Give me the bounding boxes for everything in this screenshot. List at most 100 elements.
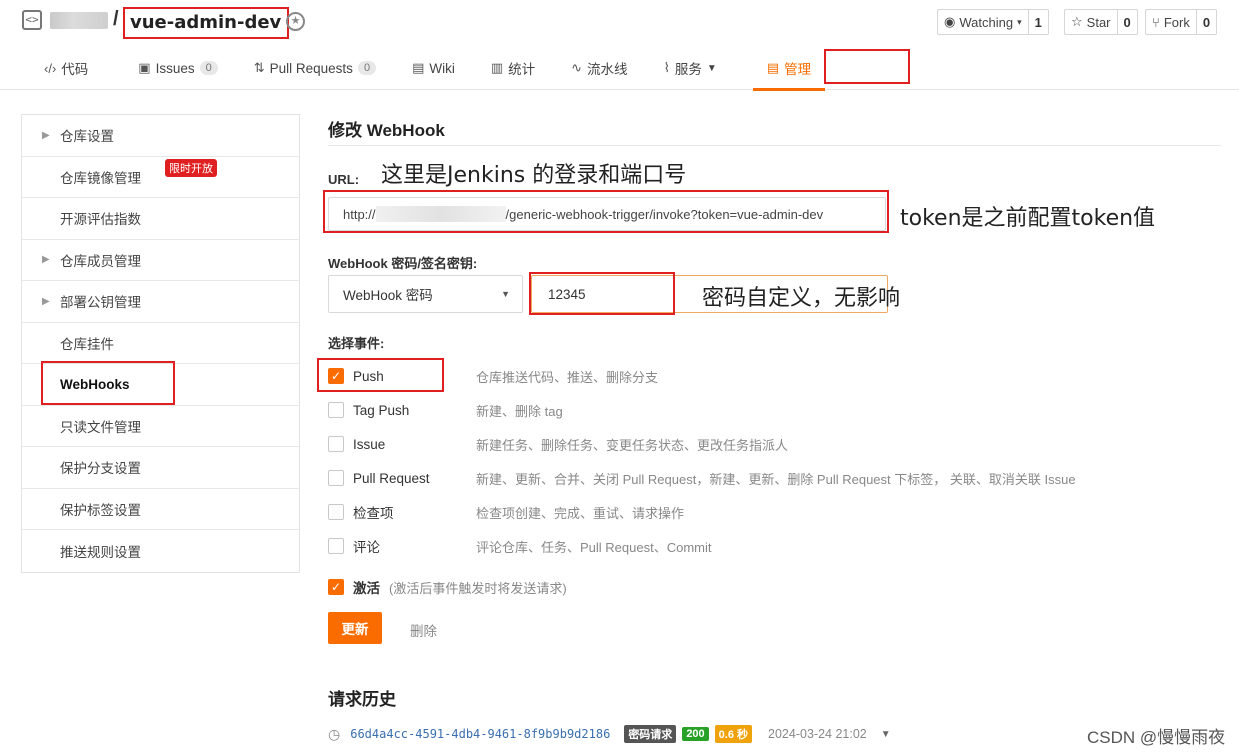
repo-name[interactable]: vue-admin-dev xyxy=(123,7,290,39)
checkbox-push[interactable]: ✓ xyxy=(328,368,344,384)
tab-stats[interactable]: ▥ 统计 xyxy=(477,48,549,88)
sidebar-item-label: 保护分支设置 xyxy=(60,461,141,477)
watch-label: Watching xyxy=(959,14,1014,30)
eye-icon: ◉ xyxy=(944,14,956,29)
sidebar-item-push-rules[interactable]: 推送规则设置 xyxy=(22,530,299,572)
event-name: Push xyxy=(353,368,384,384)
tab-count: 0 xyxy=(199,61,218,75)
owner-name-blurred[interactable] xyxy=(50,12,108,29)
path-separator: / xyxy=(113,8,119,30)
star-button[interactable]: ☆ Star 0 xyxy=(1064,9,1138,35)
secret-value: 12345 xyxy=(548,286,586,302)
sidebar-item-protected-branches[interactable]: 保护分支设置 xyxy=(22,447,299,489)
fork-count[interactable]: 0 xyxy=(1195,10,1216,34)
manage-icon: ▤ xyxy=(766,60,780,75)
fork-label: Fork xyxy=(1163,14,1190,30)
tab-count: 0 xyxy=(357,61,377,75)
secret-type-value: WebHook 密码 xyxy=(343,288,433,303)
event-push[interactable]: ✓ Push 仓库推送代码、推送、删除分支 xyxy=(328,365,658,387)
tab-issues[interactable]: ▣ Issues 0 xyxy=(124,48,231,88)
checkbox-check[interactable] xyxy=(328,504,344,520)
url-label: URL: xyxy=(328,172,360,187)
sidebar-item-readonly-files[interactable]: 只读文件管理 xyxy=(22,406,299,447)
tab-label: 流水线 xyxy=(587,62,628,77)
limited-tag: 限时开放 xyxy=(165,158,217,177)
event-desc: 检查项创建、完成、重试、请求操作 xyxy=(476,505,685,521)
checkbox-active[interactable]: ✓ xyxy=(328,579,344,595)
recommend-badge-icon[interactable]: ★ xyxy=(286,12,305,31)
event-name: 检查项 xyxy=(353,506,394,521)
star-count[interactable]: 0 xyxy=(1116,10,1137,34)
checkbox-pull-request[interactable] xyxy=(328,470,344,486)
sidebar-item-label: 部署公钥管理 xyxy=(60,295,141,311)
caret-down-icon: ▼ xyxy=(706,62,717,74)
watch-count[interactable]: 1 xyxy=(1027,10,1048,34)
update-button[interactable]: 更新 xyxy=(328,612,382,644)
sidebar-item-widgets[interactable]: 仓库挂件 xyxy=(22,323,299,364)
event-name: Issue xyxy=(353,436,386,452)
sidebar-item-label: 保护标签设置 xyxy=(60,502,141,518)
repo-header: <> / vue-admin-dev ★ ◉ Watching ▾ 1 ☆ Star … xyxy=(0,0,1239,91)
sidebar-item-label: 仓库设置 xyxy=(60,129,114,145)
tab-services[interactable]: ⌇ 服务 ▼ xyxy=(650,48,731,88)
sidebar-item-repo-settings[interactable]: ▶ 仓库设置 xyxy=(22,115,299,157)
tab-pipeline[interactable]: ∿ 流水线 xyxy=(557,48,641,88)
url-input[interactable]: http:// /generic-webhook-trigger/invoke?t… xyxy=(328,197,886,231)
event-comment[interactable]: 评论 评论仓库、任务、Pull Request、Commit xyxy=(328,535,712,557)
tab-code[interactable]: ‹/› 代码 xyxy=(30,48,102,88)
star-label: Star xyxy=(1086,14,1111,30)
caret-right-icon: ▶ xyxy=(42,129,50,141)
sidebar-item-label: 仓库挂件 xyxy=(60,336,114,352)
wiki-icon: ▤ xyxy=(412,60,425,75)
checkbox-comment[interactable] xyxy=(328,538,344,554)
star-icon: ☆ xyxy=(1071,14,1083,29)
tab-label: Issues xyxy=(155,60,195,76)
secret-label: WebHook 密码/签名密钥: xyxy=(328,256,478,271)
checkbox-tag-push[interactable] xyxy=(328,402,344,418)
history-row[interactable]: ◷ 66d4a4cc-4591-4db4-9461-8f9b9b9d2186 密… xyxy=(328,724,891,744)
sidebar-item-oss-index[interactable]: 开源评估指数 xyxy=(22,198,299,240)
sidebar-item-protected-tags[interactable]: 保护标签设置 xyxy=(22,489,299,530)
tab-label: 管理 xyxy=(784,62,812,77)
event-tag-push[interactable]: Tag Push 新建、删除 tag xyxy=(328,399,563,421)
tab-manage[interactable]: ▤ 管理 xyxy=(752,48,826,91)
sidebar-item-members[interactable]: ▶ 仓库成员管理 xyxy=(22,240,299,281)
history-title: 请求历史 xyxy=(328,690,396,709)
fork-button[interactable]: ⑂ Fork 0 xyxy=(1145,9,1218,35)
event-check[interactable]: 检查项 检查项创建、完成、重试、请求操作 xyxy=(328,501,684,523)
status-code-badge: 200 xyxy=(682,727,709,741)
issues-icon: ▣ xyxy=(138,60,151,75)
tab-wiki[interactable]: ▤ Wiki xyxy=(398,48,469,88)
active-toggle-row[interactable]: ✓ 激活 (激活后事件触发时将发送请求) xyxy=(328,576,567,598)
caret-right-icon: ▶ xyxy=(42,295,50,307)
sidebar-item-deploy-keys[interactable]: ▶ 部署公钥管理 xyxy=(22,281,299,323)
watch-button[interactable]: ◉ Watching ▾ 1 xyxy=(937,9,1049,35)
fork-icon: ⑂ xyxy=(1152,14,1160,30)
sidebar-item-mirror[interactable]: 仓库镜像管理 限时开放 xyxy=(22,157,299,198)
event-issue[interactable]: Issue 新建任务、删除任务、变更任务状态、更改任务指派人 xyxy=(328,433,788,455)
event-desc: 新建、删除 tag xyxy=(476,403,563,419)
url-host-blurred xyxy=(375,206,506,222)
request-id[interactable]: 66d4a4cc-4591-4db4-9461-8f9b9b9d2186 xyxy=(350,727,610,741)
secret-type-select[interactable]: WebHook 密码 ▼ xyxy=(328,275,523,313)
request-time: 2024-03-24 21:02 xyxy=(768,727,867,741)
checkbox-issue[interactable] xyxy=(328,436,344,452)
caret-down-icon: ▼ xyxy=(501,289,510,299)
event-desc: 仓库推送代码、推送、删除分支 xyxy=(476,369,659,385)
tab-pull-requests[interactable]: ⇅ Pull Requests 0 xyxy=(240,48,390,88)
title-divider xyxy=(328,145,1221,146)
code-repo-icon: <> xyxy=(22,10,42,30)
tab-label: 代码 xyxy=(61,62,89,77)
request-type-badge: 密码请求 xyxy=(624,725,677,743)
caret-down-icon[interactable]: ▼ xyxy=(881,729,891,740)
annotation-url-note: 这里是Jenkins 的登录和端口号 xyxy=(381,163,687,188)
history-clock-icon: ◷ xyxy=(328,725,341,742)
delete-button[interactable]: 删除 xyxy=(410,620,437,640)
event-desc: 新建、更新、合并、关闭 Pull Request，新建、更新、删除 Pull R… xyxy=(476,471,1076,487)
sidebar-item-label: 开源评估指数 xyxy=(60,212,141,228)
sidebar-item-label: 仓库成员管理 xyxy=(60,253,141,269)
sidebar-item-webhooks[interactable]: WebHooks xyxy=(22,364,299,406)
chart-icon: ▥ xyxy=(490,60,504,75)
repo-tabs: ‹/› 代码 ▣ Issues 0 ⇅ Pull Requests 0 ▤ Wiki ▥ 统计… xyxy=(30,48,826,91)
event-pull-request[interactable]: Pull Request 新建、更新、合并、关闭 Pull Request，新建… xyxy=(328,467,1076,489)
